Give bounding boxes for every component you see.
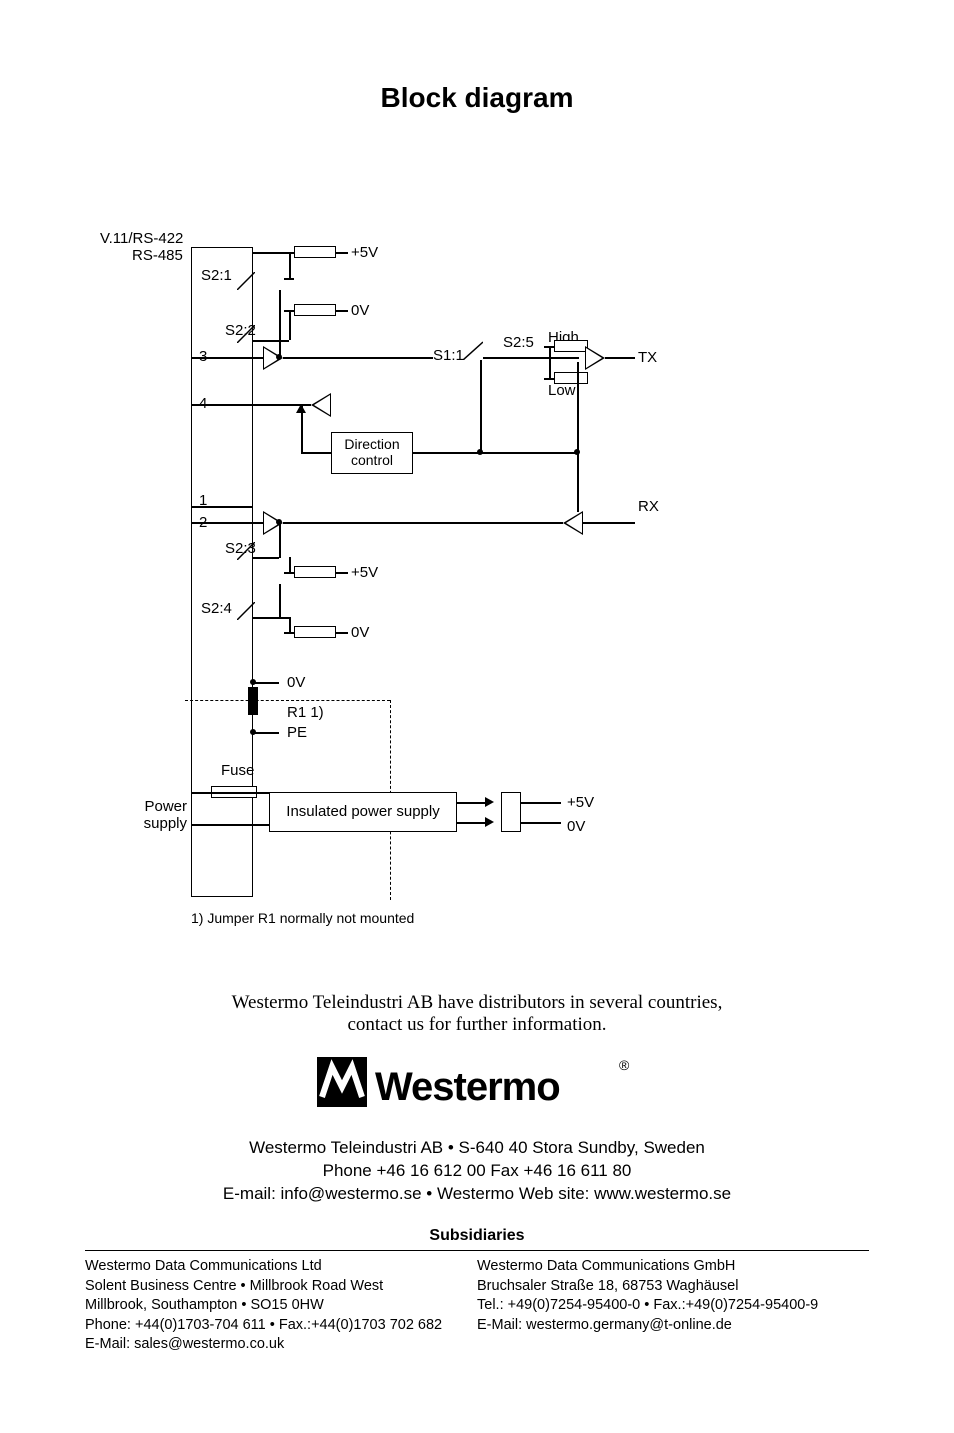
company-line1: Westermo Teleindustri AB • S-640 40 Stor… — [0, 1137, 954, 1160]
label-0v-2: 0V — [351, 624, 369, 641]
label-s11: S1:1 — [433, 347, 464, 364]
sub-uk-l3: Millbrook, Southampton • SO15 0HW — [85, 1296, 477, 1316]
label-0v-1: 0V — [351, 302, 369, 319]
label-s24: S2:4 — [201, 600, 232, 617]
subsidiaries-title: Subsidiaries — [85, 1227, 869, 1245]
logo: Westermo ® — [0, 1052, 954, 1117]
sub-de-l2: Bruchsaler Straße 18, 68753 Waghäusel — [477, 1277, 869, 1297]
sub-de-l3: Tel.: +49(0)7254-95400-0 • Fax.:+49(0)72… — [477, 1296, 869, 1316]
insulated-power-supply: Insulated power supply — [269, 792, 457, 832]
company-line3: E-mail: info@westermo.se • Westermo Web … — [0, 1183, 954, 1206]
label-pe: PE — [287, 724, 307, 741]
block-diagram: V.11/RS-422 RS-485 S2:1 +5V 0V S2:2 3 4 … — [85, 222, 869, 942]
protocol-label-1: V.11/RS-422 — [100, 230, 183, 247]
svg-text:®: ® — [619, 1057, 630, 1073]
page-title: Block diagram — [0, 82, 954, 114]
sub-uk-l5: E-Mail: sales@westermo.co.uk — [85, 1335, 477, 1355]
sub-de-l4: E-Mail: westermo.germany@t-online.de — [477, 1316, 869, 1336]
label-power: Power — [97, 798, 187, 815]
sub-de-l1: Westermo Data Communications GmbH — [477, 1257, 869, 1277]
sub-uk-l1: Westermo Data Communications Ltd — [85, 1257, 477, 1277]
footnote: 1) Jumper R1 normally not mounted — [191, 910, 414, 926]
label-fuse: Fuse — [221, 762, 254, 779]
company-line2: Phone +46 16 612 00 Fax +46 16 611 80 — [0, 1160, 954, 1183]
dir-control-line2: control — [332, 452, 412, 468]
subsidiaries-columns: Westermo Data Communications Ltd Solent … — [85, 1257, 869, 1355]
dir-control-line1: Direction — [332, 436, 412, 452]
label-rx: RX — [638, 498, 659, 515]
label-5v-1: +5V — [351, 244, 378, 261]
label-5v-2: +5V — [351, 564, 378, 581]
label-5v-out: +5V — [567, 794, 594, 811]
distributors-line2: contact us for further information. — [0, 1014, 954, 1036]
label-low: Low — [548, 382, 576, 399]
sub-uk-l4: Phone: +44(0)1703-704 611 • Fax.:+44(0)1… — [85, 1316, 477, 1336]
protocol-label-2: RS-485 — [132, 247, 183, 264]
distributors-line1: Westermo Teleindustri AB have distributo… — [0, 992, 954, 1014]
company-info: Westermo Teleindustri AB • S-640 40 Stor… — [0, 1137, 954, 1206]
label-s21: S2:1 — [201, 267, 232, 284]
subsidiary-de: Westermo Data Communications GmbH Bruchs… — [477, 1257, 869, 1355]
sub-uk-l2: Solent Business Centre • Millbrook Road … — [85, 1277, 477, 1297]
label-0v-out: 0V — [567, 818, 585, 835]
label-supply: supply — [97, 815, 187, 832]
label-0v-3: 0V — [287, 674, 305, 691]
subsidiary-uk: Westermo Data Communications Ltd Solent … — [85, 1257, 477, 1355]
divider — [85, 1250, 869, 1251]
label-r1: R1 1) — [287, 704, 324, 721]
label-s25: S2:5 — [503, 334, 534, 351]
distributors-text: Westermo Teleindustri AB have distributo… — [0, 992, 954, 1036]
label-tx: TX — [638, 349, 657, 366]
svg-text:Westermo: Westermo — [375, 1065, 560, 1109]
